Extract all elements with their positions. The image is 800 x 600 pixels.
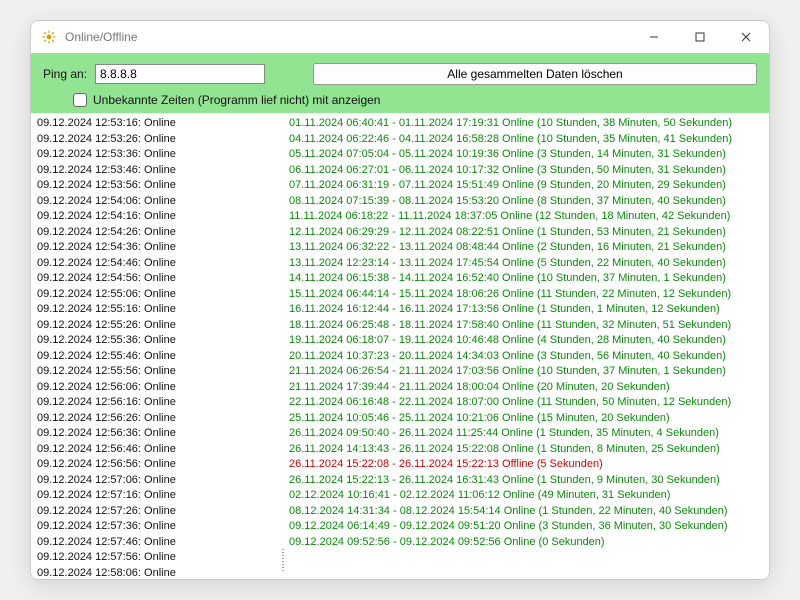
ping-log-entry[interactable]: 09.12.2024 12:55:16: Online <box>37 302 281 318</box>
ping-log-entry[interactable]: 09.12.2024 12:56:46: Online <box>37 442 281 458</box>
titlebar: Online/Offline <box>31 21 769 53</box>
ping-label: Ping an: <box>43 67 87 81</box>
session-entry-online[interactable]: 09.12.2024 09:52:56 - 09.12.2024 09:52:5… <box>289 535 763 551</box>
session-entry-online[interactable]: 01.11.2024 06:40:41 - 01.11.2024 17:19:3… <box>289 116 763 132</box>
session-entry-online[interactable]: 06.11.2024 06:27:01 - 06.11.2024 10:17:3… <box>289 163 763 179</box>
session-entry-online[interactable]: 21.11.2024 17:39:44 - 21.11.2024 18:00:0… <box>289 380 763 396</box>
session-entry-online[interactable]: 04.11.2024 06:22:46 - 04.11.2024 16:58:2… <box>289 132 763 148</box>
ping-log-entry[interactable]: 09.12.2024 12:56:26: Online <box>37 411 281 427</box>
session-entry-online[interactable]: 15.11.2024 06:44:14 - 15.11.2024 18:06:2… <box>289 287 763 303</box>
session-entry-online[interactable]: 08.11.2024 07:15:39 - 08.11.2024 15:53:2… <box>289 194 763 210</box>
session-entry-online[interactable]: 13.11.2024 12:23:14 - 13.11.2024 17:45:5… <box>289 256 763 272</box>
session-entry-online[interactable]: 14.11.2024 06:15:38 - 14.11.2024 16:52:4… <box>289 271 763 287</box>
session-entry-online[interactable]: 22.11.2024 06:16:48 - 22.11.2024 18:07:0… <box>289 395 763 411</box>
close-button[interactable] <box>723 21 769 53</box>
maximize-button[interactable] <box>677 21 723 53</box>
session-entry-online[interactable]: 26.11.2024 14:13:43 - 26.11.2024 15:22:0… <box>289 442 763 458</box>
ping-log-entry[interactable]: 09.12.2024 12:54:46: Online <box>37 256 281 272</box>
app-icon <box>41 29 57 45</box>
session-entry-offline[interactable]: 26.11.2024 15:22:08 - 26.11.2024 15:22:1… <box>289 457 763 473</box>
ping-log-entry[interactable]: 09.12.2024 12:54:26: Online <box>37 225 281 241</box>
ping-log-entry[interactable]: 09.12.2024 12:53:26: Online <box>37 132 281 148</box>
window-controls <box>631 21 769 53</box>
ping-log-entry[interactable]: 09.12.2024 12:57:06: Online <box>37 473 281 489</box>
minimize-button[interactable] <box>631 21 677 53</box>
clear-data-button[interactable]: Alle gesammelten Daten löschen <box>313 63 757 85</box>
ping-log-entry[interactable]: 09.12.2024 12:53:16: Online <box>37 116 281 132</box>
application-window: Online/Offline Ping an: Alle gesammelten… <box>30 20 770 580</box>
ping-log-entry[interactable]: 09.12.2024 12:53:56: Online <box>37 178 281 194</box>
ping-log-entry[interactable]: 09.12.2024 12:55:56: Online <box>37 364 281 380</box>
ping-log-entry[interactable]: 09.12.2024 12:55:46: Online <box>37 349 281 365</box>
toolbar: Ping an: Alle gesammelten Daten löschen … <box>31 53 769 113</box>
ping-log-entry[interactable]: 09.12.2024 12:57:36: Online <box>37 519 281 535</box>
show-unknown-times-checkbox[interactable] <box>73 93 87 107</box>
maximize-icon <box>695 32 705 42</box>
ping-log-entry[interactable]: 09.12.2024 12:54:06: Online <box>37 194 281 210</box>
session-entry-online[interactable]: 09.12.2024 06:14:49 - 09.12.2024 09:51:2… <box>289 519 763 535</box>
ping-log-entry[interactable]: 09.12.2024 12:56:06: Online <box>37 380 281 396</box>
session-entry-online[interactable]: 05.11.2024 07:05:04 - 05.11.2024 10:19:3… <box>289 147 763 163</box>
ping-log-entry[interactable]: 09.12.2024 12:57:26: Online <box>37 504 281 520</box>
session-entry-online[interactable]: 11.11.2024 06:18:22 - 11.11.2024 18:37:0… <box>289 209 763 225</box>
minimize-icon <box>649 32 659 42</box>
ping-log-entry[interactable]: 09.12.2024 12:55:36: Online <box>37 333 281 349</box>
session-entry-online[interactable]: 12.11.2024 06:29:29 - 12.11.2024 08:22:5… <box>289 225 763 241</box>
toolbar-row-main: Ping an: Alle gesammelten Daten löschen <box>43 63 757 85</box>
ping-log-entry[interactable]: 09.12.2024 12:56:36: Online <box>37 426 281 442</box>
ping-input[interactable] <box>95 64 265 84</box>
session-entry-online[interactable]: 18.11.2024 06:25:48 - 18.11.2024 17:58:4… <box>289 318 763 334</box>
session-entry-online[interactable]: 25.11.2024 10:05:46 - 25.11.2024 10:21:0… <box>289 411 763 427</box>
ping-log-entry[interactable]: 09.12.2024 12:55:06: Online <box>37 287 281 303</box>
content-area: 09.12.2024 12:53:16: Online09.12.2024 12… <box>31 113 769 579</box>
session-entry-online[interactable]: 19.11.2024 06:18:07 - 19.11.2024 10:46:4… <box>289 333 763 349</box>
ping-log-entry[interactable]: 09.12.2024 12:56:56: Online <box>37 457 281 473</box>
session-entry-online[interactable]: 02.12.2024 10:16:41 - 02.12.2024 11:06:1… <box>289 488 763 504</box>
show-unknown-times-label: Unbekannte Zeiten (Programm lief nicht) … <box>93 93 380 107</box>
ping-log-entry[interactable]: 09.12.2024 12:55:26: Online <box>37 318 281 334</box>
ping-log-list[interactable]: 09.12.2024 12:53:16: Online09.12.2024 12… <box>31 113 281 579</box>
session-entry-online[interactable]: 13.11.2024 06:32:22 - 13.11.2024 08:48:4… <box>289 240 763 256</box>
ping-log-entry[interactable]: 09.12.2024 12:53:36: Online <box>37 147 281 163</box>
ping-log-entry[interactable]: 09.12.2024 12:54:56: Online <box>37 271 281 287</box>
session-entry-online[interactable]: 20.11.2024 10:37:23 - 20.11.2024 14:34:0… <box>289 349 763 365</box>
session-entry-online[interactable]: 21.11.2024 06:26:54 - 21.11.2024 17:03:5… <box>289 364 763 380</box>
ping-log-entry[interactable]: 09.12.2024 12:54:16: Online <box>37 209 281 225</box>
session-entry-online[interactable]: 16.11.2024 16:12:44 - 16.11.2024 17:13:5… <box>289 302 763 318</box>
splitter[interactable] <box>281 113 285 579</box>
session-entry-online[interactable]: 26.11.2024 15:22:13 - 26.11.2024 16:31:4… <box>289 473 763 489</box>
window-title: Online/Offline <box>65 30 631 44</box>
ping-log-entry[interactable]: 09.12.2024 12:57:56: Online <box>37 550 281 566</box>
session-entry-online[interactable]: 26.11.2024 09:50:40 - 26.11.2024 11:25:4… <box>289 426 763 442</box>
close-icon <box>741 32 751 42</box>
ping-log-entry[interactable]: 09.12.2024 12:56:16: Online <box>37 395 281 411</box>
ping-log-entry[interactable]: 09.12.2024 12:57:16: Online <box>37 488 281 504</box>
session-entry-online[interactable]: 07.11.2024 06:31:19 - 07.11.2024 15:51:4… <box>289 178 763 194</box>
toolbar-row-options: Unbekannte Zeiten (Programm lief nicht) … <box>43 93 757 107</box>
session-log-list[interactable]: 01.11.2024 06:40:41 - 01.11.2024 17:19:3… <box>285 113 769 579</box>
session-entry-online[interactable]: 08.12.2024 14:31:34 - 08.12.2024 15:54:1… <box>289 504 763 520</box>
ping-log-entry[interactable]: 09.12.2024 12:57:46: Online <box>37 535 281 551</box>
ping-log-entry[interactable]: 09.12.2024 12:53:46: Online <box>37 163 281 179</box>
ping-log-entry[interactable]: 09.12.2024 12:54:36: Online <box>37 240 281 256</box>
ping-log-entry[interactable]: 09.12.2024 12:58:06: Online <box>37 566 281 580</box>
